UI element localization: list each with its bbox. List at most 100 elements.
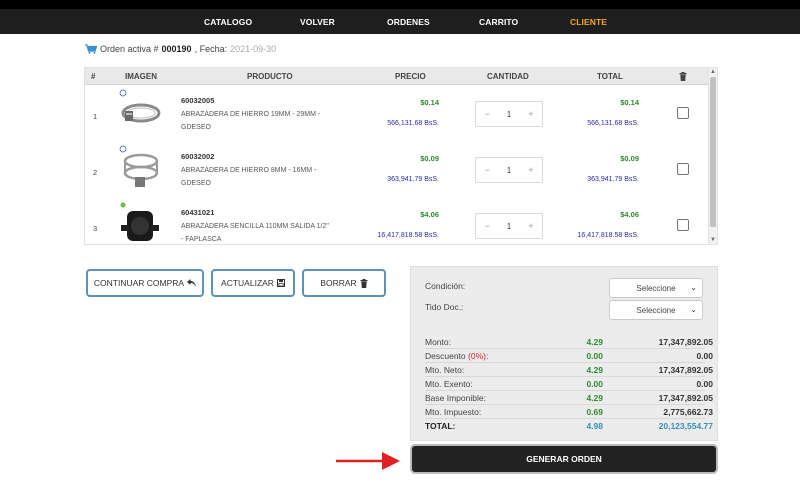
qty-value[interactable]: 1 bbox=[507, 110, 511, 119]
qty-value[interactable]: 1 bbox=[507, 222, 511, 231]
nav-ordenes[interactable]: ORDENES bbox=[387, 17, 430, 27]
product-name: ABRAZADERA DE HIERRO 19MM - 29MM - GDESE… bbox=[181, 111, 321, 131]
nav-catalogo[interactable]: CATALOGO bbox=[204, 17, 252, 27]
summary-label: Base Imponible: bbox=[425, 393, 486, 403]
top-strip bbox=[0, 0, 800, 9]
nav-cliente[interactable]: CLIENTE bbox=[570, 17, 607, 27]
product-code: 60032005 bbox=[181, 96, 215, 105]
summary-row-base: Base Imponible: 4.29 17,347,892.05 bbox=[425, 391, 713, 405]
summary-label: Mto. Impuesto: bbox=[425, 407, 482, 417]
order-date: 2021-09-30 bbox=[230, 44, 277, 54]
condition-select[interactable]: Seleccione ⌄ bbox=[609, 278, 703, 298]
update-label: ACTUALIZAR bbox=[221, 278, 274, 288]
discount-percent: (0%) bbox=[468, 351, 486, 361]
qty-plus-button[interactable]: + bbox=[528, 221, 533, 231]
summary-usd: 4.29 bbox=[586, 393, 603, 403]
price-usd: $4.06 bbox=[420, 210, 439, 219]
table-row: 2 60032002 ABRAZADERA DE HIERRO 8MM - 16… bbox=[85, 143, 709, 199]
summary-bss: 0.00 bbox=[696, 379, 713, 389]
row-index: 2 bbox=[93, 168, 98, 177]
doc-type-select-value: Seleccione bbox=[636, 305, 676, 315]
cart-icon bbox=[85, 44, 97, 54]
date-label: , Fecha: bbox=[194, 44, 228, 54]
summary-label: Mto. Exento: bbox=[425, 379, 473, 389]
row-checkbox[interactable] bbox=[677, 219, 689, 231]
summary-row-exento: Mto. Exento: 0.00 0.00 bbox=[425, 377, 713, 391]
summary-row-impuesto: Mto. Impuesto: 0.69 2,775,662.73 bbox=[425, 405, 713, 419]
order-number: 000190 bbox=[161, 44, 192, 54]
summary-usd: 0.69 bbox=[586, 407, 603, 417]
order-prefix: Orden activa # bbox=[100, 44, 159, 54]
summary-usd: 0.00 bbox=[586, 351, 603, 361]
scroll-thumb[interactable] bbox=[710, 77, 716, 227]
summary-bss: 20,123,554.77 bbox=[658, 421, 713, 431]
total-usd: $0.14 bbox=[620, 98, 639, 107]
summary-label: Descuento bbox=[425, 351, 466, 361]
scroll-up-arrow-icon[interactable]: ▲ bbox=[709, 68, 717, 76]
col-qty: CANTIDAD bbox=[487, 72, 529, 81]
row-index: 3 bbox=[93, 224, 98, 233]
quantity-stepper[interactable]: − 1 + bbox=[475, 101, 543, 127]
col-idx: # bbox=[91, 72, 96, 81]
qty-plus-button[interactable]: + bbox=[528, 109, 533, 119]
generate-order-button[interactable]: GENERAR ORDEN bbox=[410, 444, 718, 474]
total-bss: 16,417,818.58 BsS. bbox=[577, 232, 640, 239]
row-checkbox[interactable] bbox=[677, 107, 689, 119]
summary-label: TOTAL: bbox=[425, 421, 456, 431]
summary-bss: 17,347,892.05 bbox=[658, 337, 713, 347]
continue-label: CONTINUAR COMPRA bbox=[93, 278, 185, 288]
col-image: IMAGEN bbox=[125, 72, 157, 81]
update-button[interactable]: ACTUALIZAR bbox=[211, 269, 295, 297]
qty-plus-button[interactable]: + bbox=[528, 165, 533, 175]
qty-minus-button[interactable]: − bbox=[485, 109, 490, 119]
price-bss: 566,131.68 BsS. bbox=[387, 120, 439, 127]
table-scrollbar[interactable]: ▲ ▼ bbox=[708, 68, 717, 244]
red-arrow-icon bbox=[336, 452, 400, 470]
delete-label: BORRAR bbox=[320, 278, 357, 288]
total-bss: 566,131.68 BsS. bbox=[587, 120, 639, 127]
price-usd: $0.09 bbox=[420, 154, 439, 163]
delete-button[interactable]: BORRAR bbox=[302, 269, 386, 297]
save-icon bbox=[276, 279, 285, 287]
price-bss: 16,417,818.58 BsS. bbox=[377, 232, 440, 239]
nav-volver[interactable]: VOLVER bbox=[300, 17, 335, 27]
summary-row-neto: Mto. Neto: 4.29 17,347,892.05 bbox=[425, 363, 713, 377]
order-summary-panel: Condición: Seleccione ⌄ Tido Doc.: Selec… bbox=[410, 266, 718, 441]
summary-usd: 4.98 bbox=[586, 421, 603, 431]
summary-row-descuento: Descuento (0%): 0.00 0.00 bbox=[425, 349, 713, 363]
qty-value[interactable]: 1 bbox=[507, 166, 511, 175]
product-code: 60032002 bbox=[181, 152, 215, 161]
top-navbar: CATALOGO VOLVER ORDENES CARRITO CLIENTE bbox=[0, 0, 800, 34]
summary-bss: 17,347,892.05 bbox=[658, 365, 713, 375]
doc-type-select[interactable]: Seleccione ⌄ bbox=[609, 300, 703, 320]
summary-bss: 2,775,662.73 bbox=[663, 407, 713, 417]
reply-arrow-icon bbox=[187, 279, 197, 287]
summary-row-monto: Monto: 4.29 17,347,892.05 bbox=[425, 335, 713, 349]
summary-bss: 17,347,892.05 bbox=[658, 393, 713, 403]
qty-minus-button[interactable]: − bbox=[485, 165, 490, 175]
trash-icon[interactable] bbox=[679, 72, 687, 81]
total-usd: $0.09 bbox=[620, 154, 639, 163]
product-image-saddle bbox=[120, 202, 159, 241]
row-checkbox[interactable] bbox=[677, 163, 689, 175]
table-row: 1 60032005 ABRAZADERA DE HIERRO 19MM - 2… bbox=[85, 87, 709, 143]
summary-label-suffix: : bbox=[485, 351, 489, 361]
product-code: 60431021 bbox=[181, 208, 215, 217]
col-product: PRODUCTO bbox=[247, 72, 293, 81]
price-bss: 363,941.79 BsS. bbox=[387, 176, 439, 183]
nav-carrito[interactable]: CARRITO bbox=[479, 17, 518, 27]
total-usd: $4.06 bbox=[620, 210, 639, 219]
chevron-down-icon: ⌄ bbox=[690, 283, 697, 292]
summary-usd: 4.29 bbox=[586, 337, 603, 347]
qty-minus-button[interactable]: − bbox=[485, 221, 490, 231]
quantity-stepper[interactable]: − 1 + bbox=[475, 157, 543, 183]
scroll-down-arrow-icon[interactable]: ▼ bbox=[709, 236, 717, 244]
doc-type-label: Tido Doc.: bbox=[425, 302, 464, 312]
cart-table: # IMAGEN PRODUCTO PRECIO CANTIDAD TOTAL … bbox=[84, 67, 718, 245]
product-image-clamp bbox=[119, 145, 159, 187]
quantity-stepper[interactable]: − 1 + bbox=[475, 213, 543, 239]
product-name: ABRAZADERA DE HIERRO 8MM - 16MM - GDESEO bbox=[181, 167, 317, 187]
continue-shopping-button[interactable]: CONTINUAR COMPRA bbox=[86, 269, 204, 297]
chevron-down-icon: ⌄ bbox=[690, 305, 697, 314]
total-bss: 363,941.79 BsS. bbox=[587, 176, 639, 183]
